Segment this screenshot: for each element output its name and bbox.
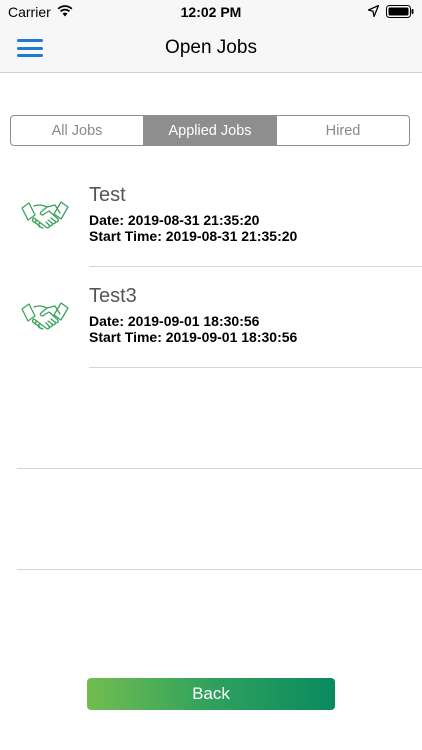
job-date: Date: 2019-09-01 18:30:56 (89, 313, 260, 329)
segment-all-jobs[interactable]: All Jobs (11, 116, 143, 145)
status-bar: Carrier 12:02 PM (0, 0, 422, 24)
battery-icon (386, 5, 414, 18)
status-time: 12:02 PM (180, 4, 242, 20)
job-filter-segmented-control: All Jobs Applied Jobs Hired (10, 115, 410, 146)
segment-applied-jobs[interactable]: Applied Jobs (143, 116, 276, 145)
job-start-time: Start Time: 2019-09-01 18:30:56 (89, 329, 298, 345)
handshake-icon (21, 302, 69, 330)
job-list: Test Date: 2019-08-31 21:35:20 Start Tim… (0, 166, 422, 368)
row-divider (89, 367, 422, 368)
job-row[interactable]: Test3 Date: 2019-09-01 18:30:56 Start Ti… (0, 267, 422, 368)
job-title: Test3 (89, 285, 137, 307)
location-arrow-icon (368, 5, 379, 17)
job-row[interactable]: Test Date: 2019-08-31 21:35:20 Start Tim… (0, 166, 422, 267)
back-button[interactable]: Back (87, 678, 335, 710)
page-title: Open Jobs (165, 37, 257, 58)
handshake-icon (21, 201, 69, 229)
job-title: Test (89, 184, 126, 206)
empty-row-divider (17, 569, 422, 570)
segment-hired[interactable]: Hired (276, 116, 409, 145)
screen: Carrier 12:02 PM Open Jobs All Jobs Appl… (0, 0, 422, 750)
empty-row-divider (17, 468, 422, 469)
job-date: Date: 2019-08-31 21:35:20 (89, 212, 260, 228)
job-start-time: Start Time: 2019-08-31 21:35:20 (89, 228, 298, 244)
nav-bar: Open Jobs (0, 24, 422, 73)
